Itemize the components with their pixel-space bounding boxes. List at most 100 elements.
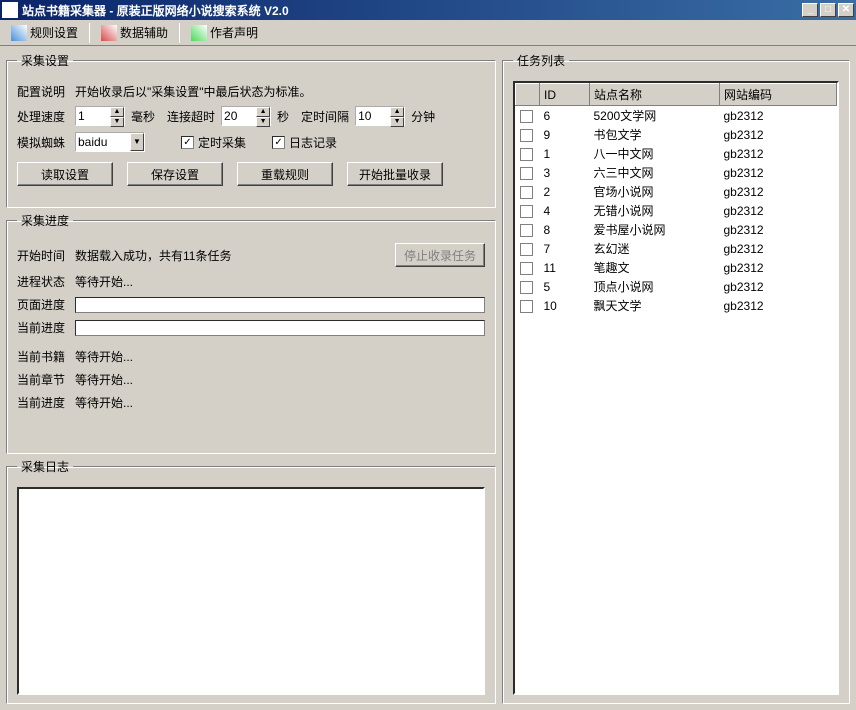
- cell-encoding: gb2312: [720, 258, 837, 277]
- col-name[interactable]: 站点名称: [590, 84, 720, 106]
- cell-id: 6: [540, 106, 590, 126]
- checkbox-icon: ✓: [181, 136, 194, 149]
- row-checkbox[interactable]: [520, 129, 533, 142]
- cell-encoding: gb2312: [720, 277, 837, 296]
- col-checkbox[interactable]: [516, 84, 540, 106]
- spider-label: 模拟蜘蛛: [17, 134, 69, 151]
- table-row[interactable]: 11笔趣文gb2312: [516, 258, 837, 277]
- settings-icon: [11, 25, 27, 41]
- maximize-button[interactable]: □: [820, 3, 836, 17]
- col-id[interactable]: ID: [540, 84, 590, 106]
- window-titlebar: 站点书籍采集器 - 原装正版网络小说搜索系统 V2.0 _ □ ✕: [0, 0, 856, 20]
- page-progress-bar: [75, 297, 485, 313]
- log-textarea[interactable]: [17, 487, 485, 695]
- table-row[interactable]: 8爱书屋小说网gb2312: [516, 220, 837, 239]
- row-checkbox[interactable]: [520, 205, 533, 218]
- spin-up-icon[interactable]: ▲: [110, 107, 124, 117]
- start-batch-button[interactable]: 开始批量收录: [347, 162, 443, 186]
- speed-label: 处理速度: [17, 108, 69, 125]
- timeout-label: 连接超时: [167, 108, 215, 125]
- settings-legend: 采集设置: [17, 52, 73, 69]
- cell-id: 3: [540, 163, 590, 182]
- cell-encoding: gb2312: [720, 125, 837, 144]
- cell-encoding: gb2312: [720, 239, 837, 258]
- timed-collect-checkbox[interactable]: ✓ 定时采集: [181, 134, 246, 151]
- chapter-label: 当前章节: [17, 371, 69, 388]
- row-checkbox[interactable]: [520, 110, 533, 123]
- interval-spinner[interactable]: ▲▼: [355, 106, 405, 126]
- collection-settings-group: 采集设置 配置说明 开始收录后以"采集设置"中最后状态为标准。 处理速度 ▲▼ …: [6, 52, 496, 208]
- current-progress-label: 当前进度: [17, 319, 69, 336]
- row-checkbox[interactable]: [520, 148, 533, 161]
- spin-up-icon[interactable]: ▲: [256, 107, 270, 117]
- main-toolbar: 规则设置 数据辅助 作者声明: [0, 20, 856, 46]
- col-encoding[interactable]: 网站编码: [720, 84, 837, 106]
- status-text: 等待开始...: [75, 273, 133, 290]
- cell-name: 玄幻迷: [590, 239, 720, 258]
- task-table: ID 站点名称 网站编码 65200文学网gb23129书包文学gb23121八…: [515, 83, 837, 315]
- cell-name: 笔趣文: [590, 258, 720, 277]
- cell-id: 2: [540, 182, 590, 201]
- cell-encoding: gb2312: [720, 220, 837, 239]
- table-row[interactable]: 9书包文学gb2312: [516, 125, 837, 144]
- cell-name: 八一中文网: [590, 144, 720, 163]
- minimize-button[interactable]: _: [802, 3, 818, 17]
- table-row[interactable]: 1八一中文网gb2312: [516, 144, 837, 163]
- row-checkbox[interactable]: [520, 224, 533, 237]
- timeout-spinner[interactable]: ▲▼: [221, 106, 271, 126]
- row-checkbox[interactable]: [520, 262, 533, 275]
- interval-input[interactable]: [356, 107, 390, 125]
- cell-id: 9: [540, 125, 590, 144]
- toolbar-data-assist[interactable]: 数据辅助: [94, 22, 175, 44]
- table-row[interactable]: 2官场小说网gb2312: [516, 182, 837, 201]
- log-record-checkbox[interactable]: ✓ 日志记录: [272, 134, 337, 151]
- cell-encoding: gb2312: [720, 182, 837, 201]
- save-settings-button[interactable]: 保存设置: [127, 162, 223, 186]
- config-text: 开始收录后以"采集设置"中最后状态为标准。: [75, 83, 312, 100]
- toolbar-separator: [89, 23, 90, 43]
- table-row[interactable]: 3六三中文网gb2312: [516, 163, 837, 182]
- cell-encoding: gb2312: [720, 144, 837, 163]
- spider-input[interactable]: [76, 133, 130, 151]
- table-row[interactable]: 10飘天文学gb2312: [516, 296, 837, 315]
- start-time-label: 开始时间: [17, 247, 69, 264]
- current-progress-bar: [75, 320, 485, 336]
- cell-name: 六三中文网: [590, 163, 720, 182]
- read-settings-button[interactable]: 读取设置: [17, 162, 113, 186]
- cell-id: 5: [540, 277, 590, 296]
- speed-input[interactable]: [76, 107, 110, 125]
- close-button[interactable]: ✕: [838, 3, 854, 17]
- reload-rules-button[interactable]: 重载规则: [237, 162, 333, 186]
- toolbar-label: 数据辅助: [120, 24, 168, 41]
- spin-down-icon[interactable]: ▼: [110, 117, 124, 127]
- window-title: 站点书籍采集器 - 原装正版网络小说搜索系统 V2.0: [22, 2, 802, 19]
- chevron-down-icon[interactable]: ▼: [130, 133, 144, 151]
- cell-name: 5200文学网: [590, 106, 720, 126]
- checkbox-icon: ✓: [272, 136, 285, 149]
- row-checkbox[interactable]: [520, 243, 533, 256]
- spider-combo[interactable]: ▼: [75, 132, 145, 152]
- table-row[interactable]: 4无错小说网gb2312: [516, 201, 837, 220]
- row-checkbox[interactable]: [520, 186, 533, 199]
- spin-down-icon[interactable]: ▼: [390, 117, 404, 127]
- table-row[interactable]: 5顶点小说网gb2312: [516, 277, 837, 296]
- toolbar-label: 作者声明: [210, 24, 258, 41]
- timeout-input[interactable]: [222, 107, 256, 125]
- cell-id: 1: [540, 144, 590, 163]
- row-checkbox[interactable]: [520, 167, 533, 180]
- cell-id: 8: [540, 220, 590, 239]
- toolbar-author-note[interactable]: 作者声明: [184, 22, 265, 44]
- spin-up-icon[interactable]: ▲: [390, 107, 404, 117]
- table-row[interactable]: 65200文学网gb2312: [516, 106, 837, 126]
- book-label: 当前书籍: [17, 348, 69, 365]
- row-checkbox[interactable]: [520, 300, 533, 313]
- row-checkbox[interactable]: [520, 281, 533, 294]
- spin-down-icon[interactable]: ▼: [256, 117, 270, 127]
- task-table-container[interactable]: ID 站点名称 网站编码 65200文学网gb23129书包文学gb23121八…: [513, 81, 839, 695]
- config-label: 配置说明: [17, 83, 69, 100]
- tasks-legend: 任务列表: [513, 52, 569, 69]
- table-row[interactable]: 7玄幻迷gb2312: [516, 239, 837, 258]
- start-time-text: 数据载入成功，共有11条任务: [75, 247, 389, 264]
- toolbar-rule-settings[interactable]: 规则设置: [4, 22, 85, 44]
- speed-spinner[interactable]: ▲▼: [75, 106, 125, 126]
